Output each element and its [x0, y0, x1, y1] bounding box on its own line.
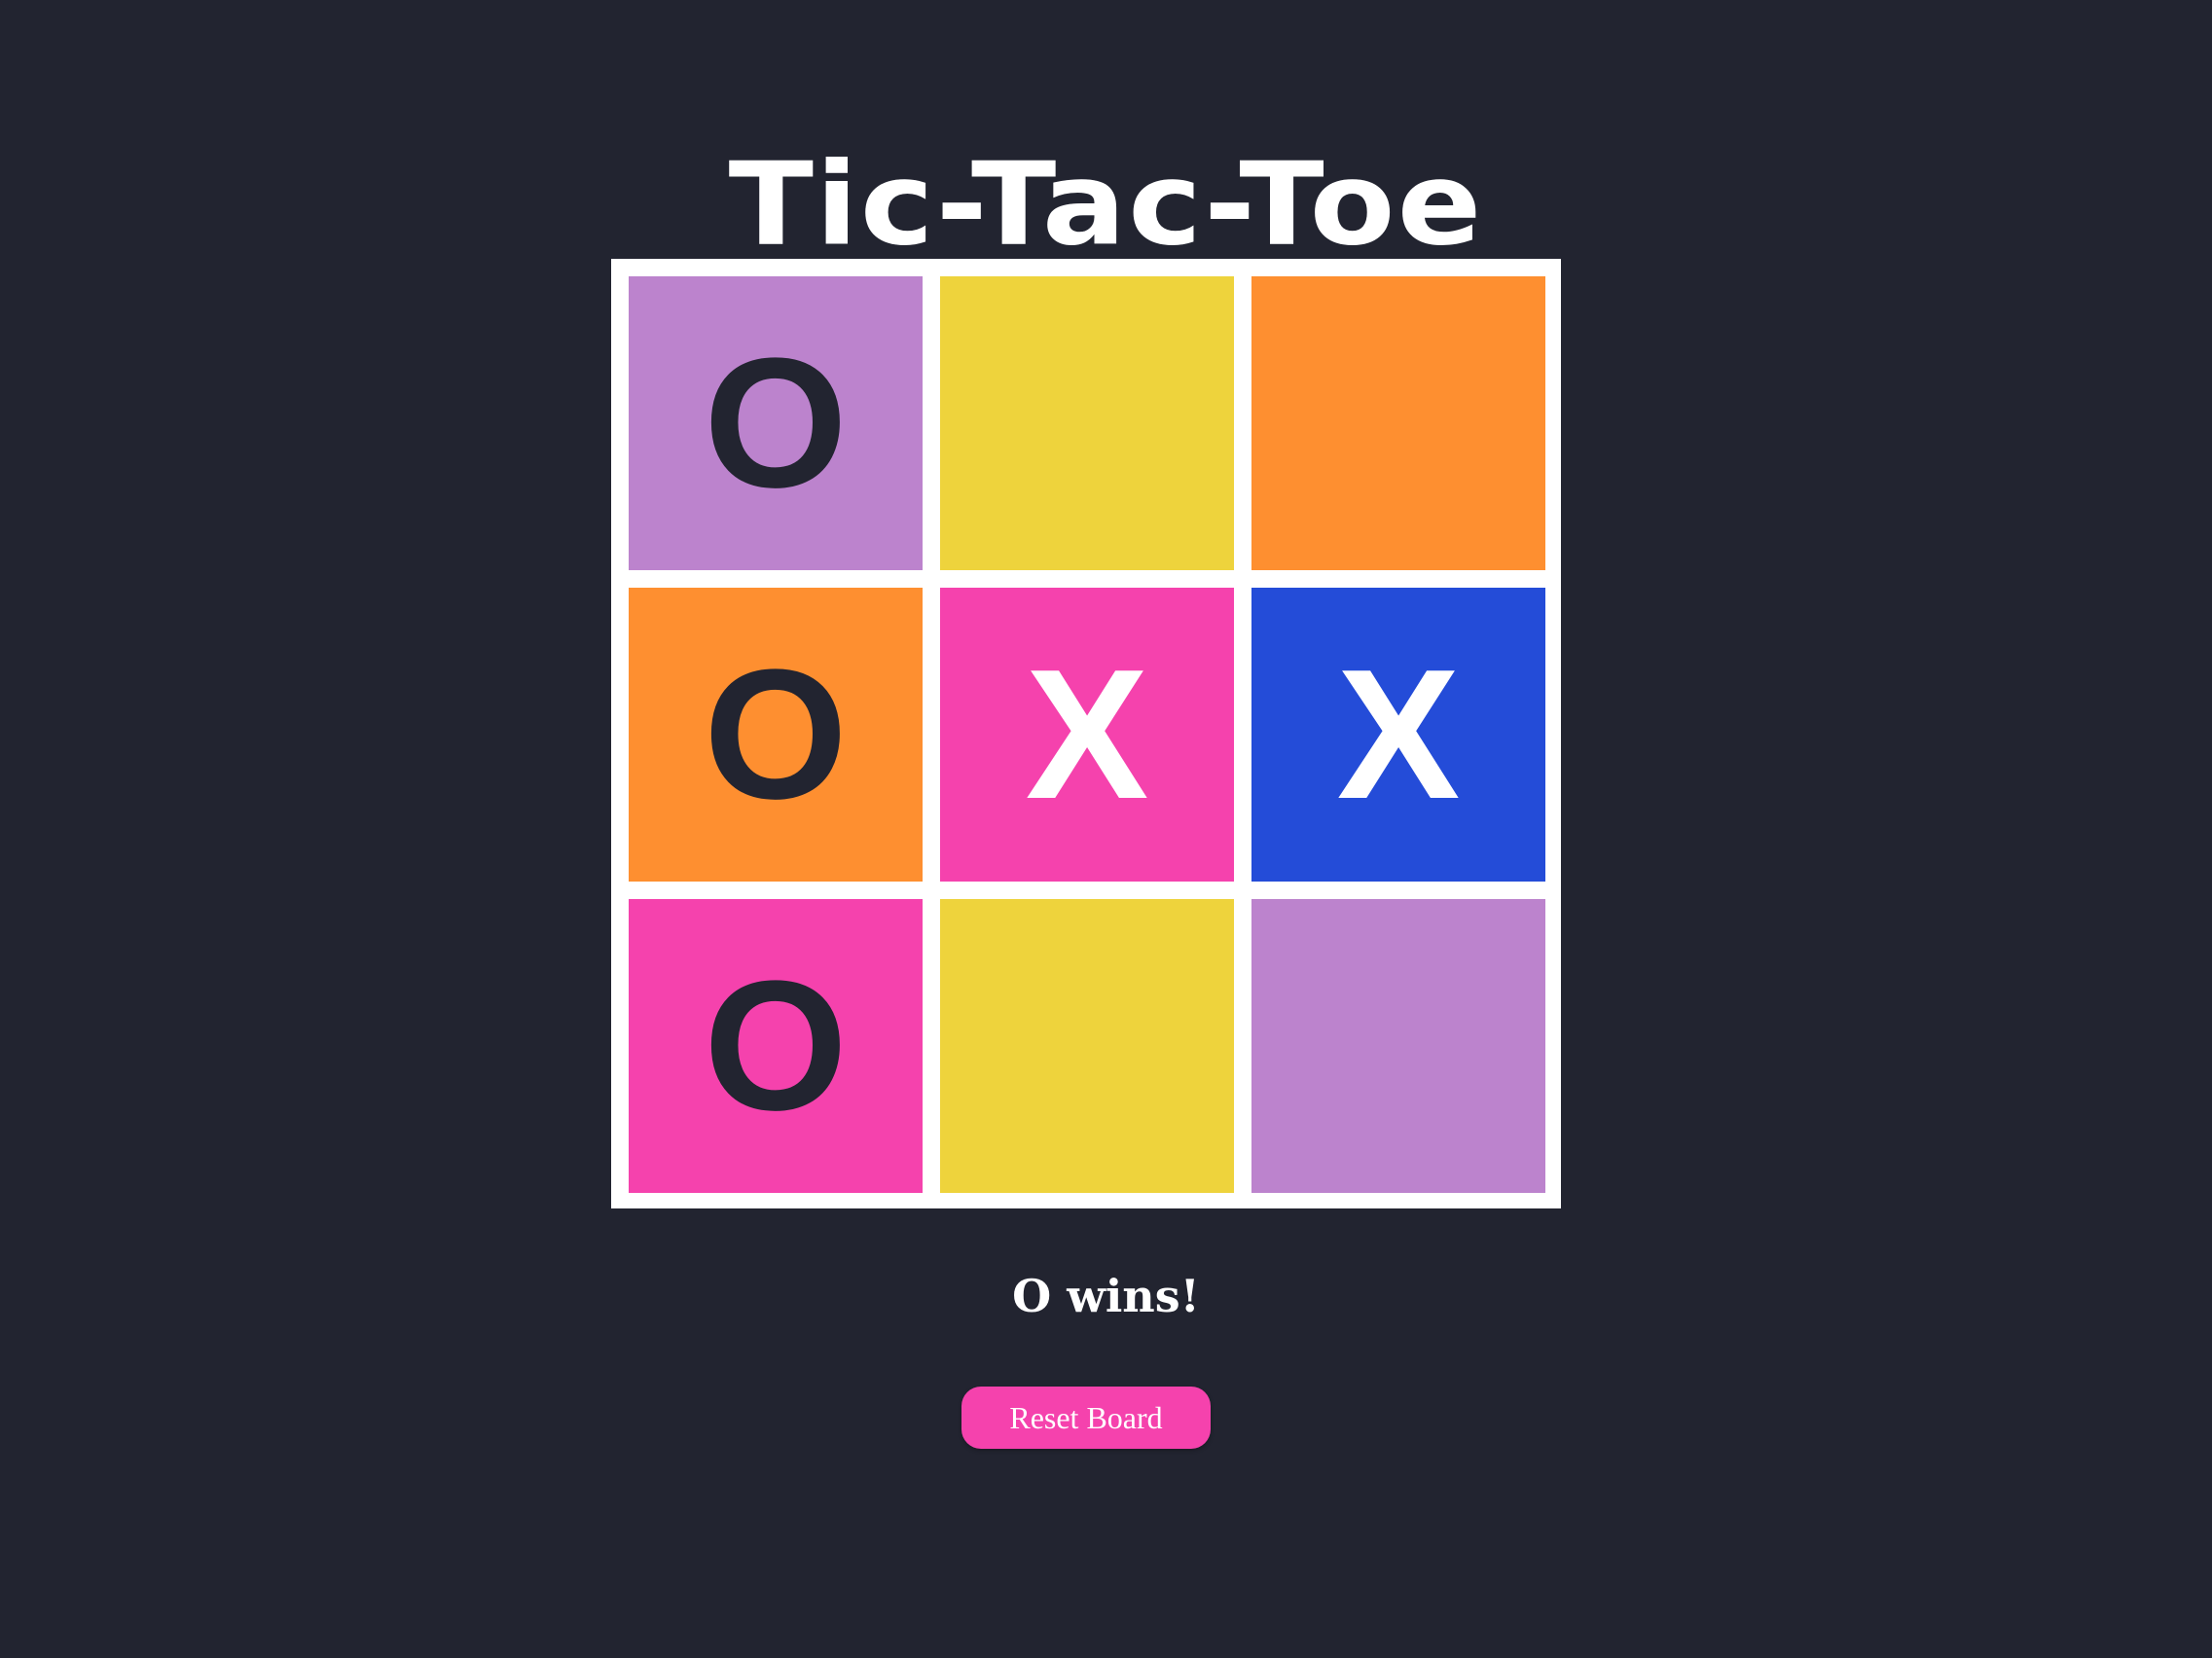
board-cell-r1-c3[interactable] [1251, 276, 1545, 570]
board-cell-r2-c1[interactable]: O [629, 588, 923, 882]
board-cell-r1-c2[interactable] [940, 276, 1234, 570]
game-board: OOXXO [611, 259, 1561, 1208]
board-cell-r2-c3[interactable]: X [1251, 588, 1545, 882]
board-cell-r3-c2[interactable] [940, 899, 1234, 1193]
board-cell-r3-c3[interactable] [1251, 899, 1545, 1193]
page-title: Tic-Tac-Toe [728, 137, 1484, 271]
board-cell-r1-c1[interactable]: O [629, 276, 923, 570]
reset-board-button[interactable]: Reset Board [961, 1387, 1211, 1449]
game-status: O wins! [1012, 1270, 1200, 1322]
board-cell-r2-c2[interactable]: X [940, 588, 1234, 882]
board-cell-r3-c1[interactable]: O [629, 899, 923, 1193]
